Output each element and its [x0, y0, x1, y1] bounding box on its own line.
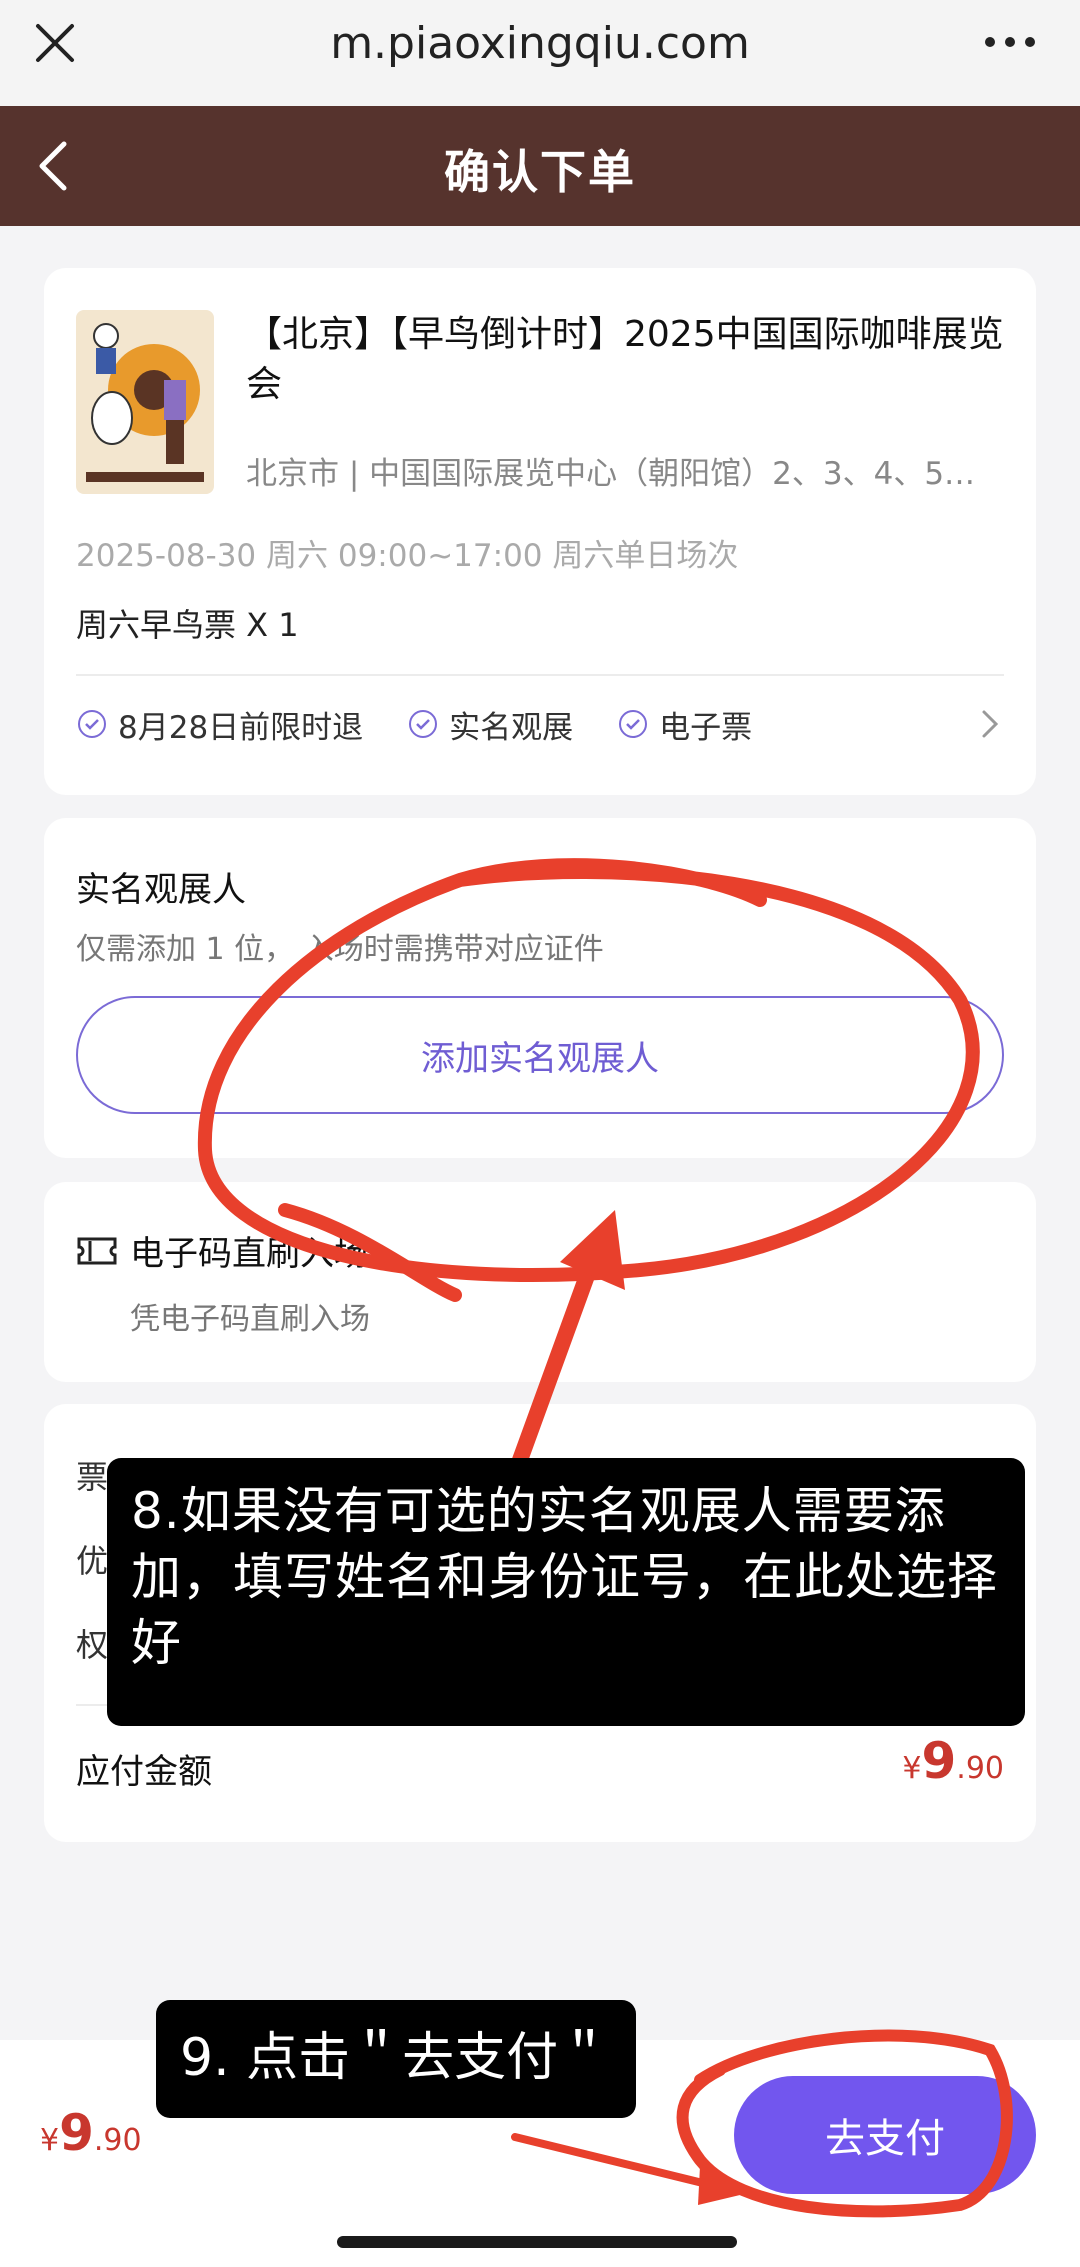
ticket-line: 周六早鸟票 X 1	[76, 606, 299, 644]
event-time: 2025-08-30 周六 09:00~17:00 周六单日场次	[76, 538, 739, 574]
amount-dec: .90	[93, 2123, 142, 2158]
page-title: 确认下单	[444, 145, 636, 199]
amount-int: 9	[59, 2104, 94, 2162]
entry-title-row: 电子码直刷入场	[76, 1226, 368, 1275]
chevron-right-icon[interactable]	[974, 706, 1004, 742]
entry-title: 电子码直刷入场	[130, 1234, 368, 1274]
price-row-label: 权	[76, 1626, 109, 1664]
divider	[76, 674, 1004, 676]
amount-dec: .90	[956, 1751, 1004, 1786]
ticket-icon	[77, 1237, 117, 1264]
pay-button[interactable]: 去支付	[734, 2076, 1036, 2194]
event-title: 【北京】【早鸟倒计时】2025中国国际咖啡展览会	[246, 314, 1004, 405]
visitor-card: 实名观展人 仅需添加 1 位， 入场时需携带对应证件 添加实名观展人	[44, 818, 1036, 1158]
entry-subtitle: 凭电子码直刷入场	[130, 1302, 370, 1337]
entry-card: 电子码直刷入场 凭电子码直刷入场	[44, 1182, 1036, 1382]
policy-label: 电子票	[659, 709, 753, 746]
bottom-total-amount: ¥9.90	[40, 2104, 142, 2162]
check-circle-icon	[78, 710, 106, 738]
add-visitor-button[interactable]: 添加实名观展人	[76, 996, 1004, 1114]
policy-item: 电子票	[617, 702, 752, 747]
visitor-subtitle: 仅需添加 1 位， 入场时需携带对应证件	[76, 932, 604, 967]
event-venue: 北京市 | 中国国际展览中心（朝阳馆）2、3、4、5…	[246, 456, 976, 492]
currency-symbol: ¥	[40, 2123, 60, 2158]
event-card: 【北京】【早鸟倒计时】2025中国国际咖啡展览会 北京市 | 中国国际展览中心（…	[44, 268, 1036, 795]
price-row-label: 票	[76, 1458, 109, 1496]
annotation-step8: 8.如果没有可选的实名观展人需要添加，填写姓名和身份证号，在此处选择好	[107, 1458, 1025, 1726]
more-icon[interactable]	[980, 30, 1040, 54]
total-label: 应付金额	[76, 1752, 212, 1792]
event-poster-image	[76, 310, 214, 494]
policy-row[interactable]: 8月28日前限时退 实名观展 电子票	[76, 694, 1004, 754]
browser-url: m.piaoxingqiu.com	[330, 18, 750, 69]
policy-label: 8月28日前限时退	[118, 709, 364, 746]
check-circle-icon	[619, 710, 648, 738]
home-indicator	[337, 2236, 737, 2248]
amount-int: 9	[921, 1732, 957, 1790]
policy-item: 实名观展	[407, 702, 573, 747]
currency-symbol: ¥	[902, 1751, 922, 1786]
check-circle-icon	[409, 710, 438, 738]
annotation-step9: 9. 点击＂去支付＂	[156, 2000, 636, 2118]
nav-bar: 确认下单	[0, 106, 1080, 226]
visitor-section-title: 实名观展人	[76, 870, 246, 910]
policy-item: 8月28日前限时退	[76, 702, 363, 747]
price-row-label: 优	[76, 1542, 109, 1580]
policy-label: 实名观展	[449, 709, 574, 746]
browser-bar: m.piaoxingqiu.com	[0, 0, 1080, 106]
total-amount: ¥9.90	[902, 1732, 1004, 1790]
